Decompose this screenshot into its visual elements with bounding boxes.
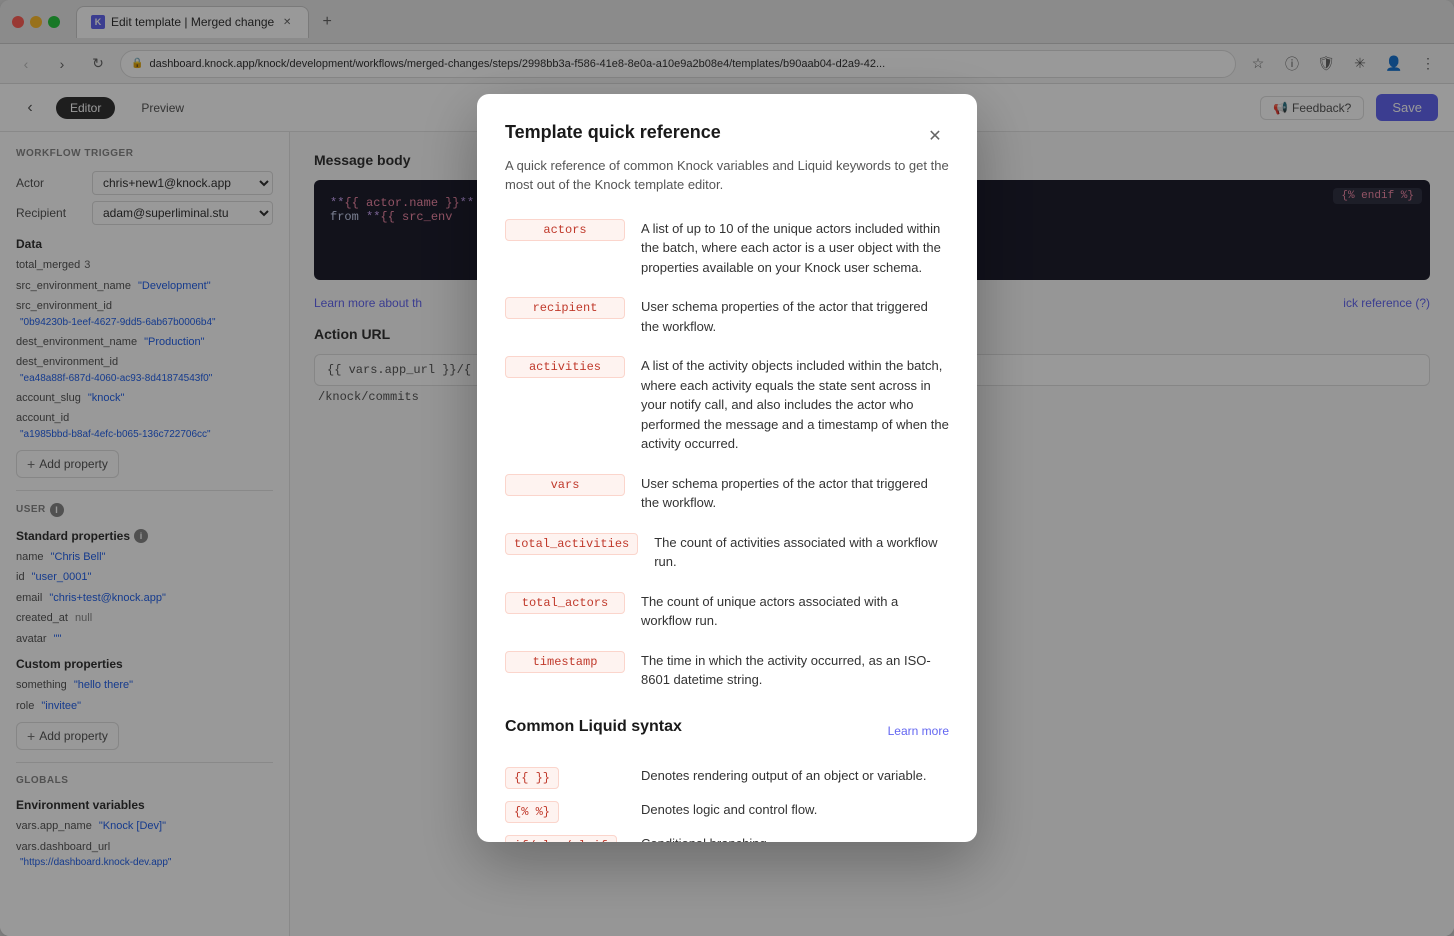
vars-desc: User schema properties of the actor that… [641, 474, 949, 513]
total-activities-desc: The count of activities associated with … [654, 533, 949, 572]
modal-title: Template quick reference [505, 122, 721, 143]
total-actors-tag: total_actors [505, 592, 625, 614]
activities-desc: A list of the activity objects included … [641, 356, 949, 454]
total-actors-desc: The count of unique actors associated wi… [641, 592, 949, 631]
output-desc: Denotes rendering output of an object or… [641, 768, 926, 783]
logic-tag: {% %} [505, 801, 559, 823]
vars-tag: vars [505, 474, 625, 496]
total-activities-tag: total_activities [505, 533, 638, 555]
logic-desc: Denotes logic and control flow. [641, 802, 817, 817]
syntax-item-output: {{ }} Denotes rendering output of an obj… [505, 768, 949, 786]
syntax-item-logic: {% %} Denotes logic and control flow. [505, 802, 949, 820]
output-tag: {{ }} [505, 767, 559, 789]
if-desc: Conditional branching. [641, 836, 770, 843]
recipient-tag: recipient [505, 297, 625, 319]
liquid-syntax-section-header: Common Liquid syntax Learn more [505, 710, 949, 752]
recipient-desc: User schema properties of the actor that… [641, 297, 949, 336]
ref-item-recipient: recipient User schema properties of the … [505, 297, 949, 336]
actors-tag: actors [505, 219, 625, 241]
template-quick-reference-modal: Template quick reference ✕ A quick refer… [477, 94, 977, 843]
modal-overlay[interactable]: Template quick reference ✕ A quick refer… [0, 0, 1454, 936]
timestamp-tag: timestamp [505, 651, 625, 673]
timestamp-desc: The time in which the activity occurred,… [641, 651, 949, 690]
ref-item-total-actors: total_actors The count of unique actors … [505, 592, 949, 631]
learn-more-liquid-link[interactable]: Learn more [888, 724, 949, 738]
modal-subtitle: A quick reference of common Knock variab… [505, 156, 949, 195]
ref-item-timestamp: timestamp The time in which the activity… [505, 651, 949, 690]
syntax-item-if: if/else/elsif Conditional branching. [505, 836, 949, 843]
modal-close-button[interactable]: ✕ [921, 122, 949, 150]
if-tag: if/else/elsif [505, 835, 617, 843]
modal-header: Template quick reference ✕ [505, 122, 949, 150]
actors-desc: A list of up to 10 of the unique actors … [641, 219, 949, 278]
activities-tag: activities [505, 356, 625, 378]
liquid-syntax-title: Common Liquid syntax [505, 710, 682, 736]
ref-item-total-activities: total_activities The count of activities… [505, 533, 949, 572]
ref-item-activities: activities A list of the activity object… [505, 356, 949, 454]
ref-item-actors: actors A list of up to 10 of the unique … [505, 219, 949, 278]
ref-item-vars: vars User schema properties of the actor… [505, 474, 949, 513]
